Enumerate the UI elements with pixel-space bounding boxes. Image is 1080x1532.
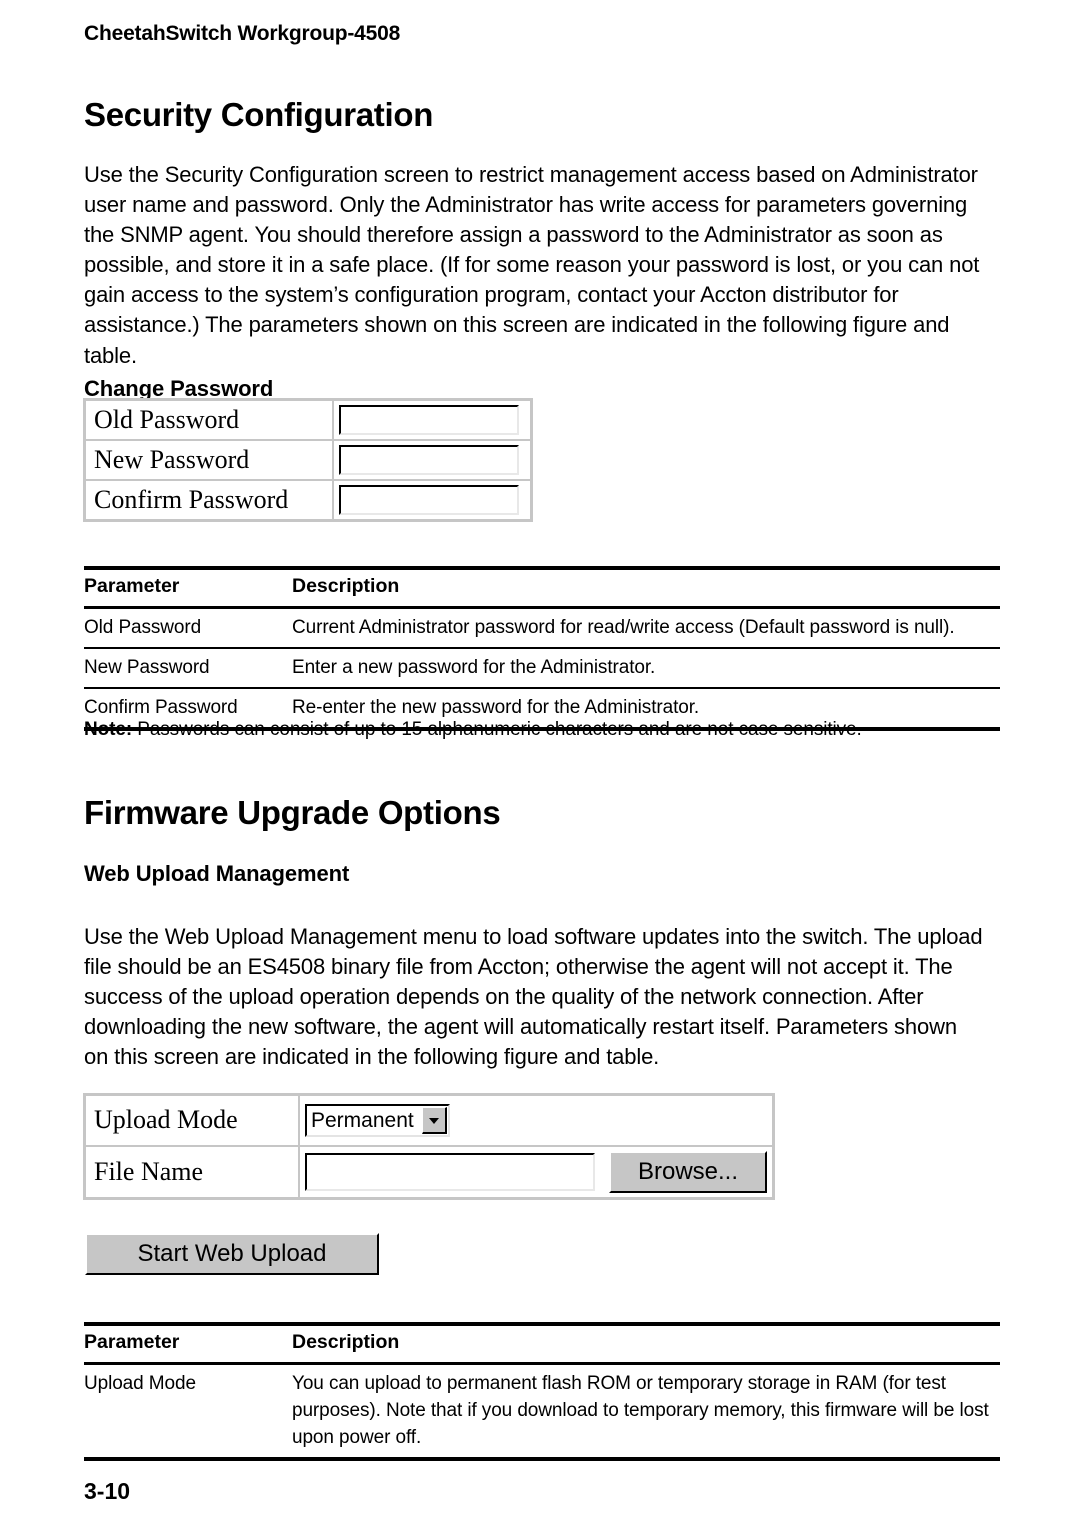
running-head: CheetahSwitch Workgroup-4508 bbox=[84, 22, 401, 45]
column-header-parameter: Parameter bbox=[84, 566, 292, 609]
column-header-parameter: Parameter bbox=[84, 1322, 292, 1365]
file-name-field-cell: Browse... bbox=[299, 1146, 773, 1198]
upload-mode-label: Upload Mode bbox=[85, 1095, 299, 1146]
chevron-down-icon[interactable] bbox=[421, 1107, 447, 1134]
confirm-password-input[interactable] bbox=[339, 485, 519, 515]
start-web-upload-button[interactable]: Start Web Upload bbox=[85, 1233, 379, 1275]
table-row: Old Password Current Administrator passw… bbox=[84, 607, 1000, 649]
cell-parameter: Upload Mode bbox=[84, 1363, 292, 1461]
form-row-confirm-password: Confirm Password bbox=[85, 480, 531, 520]
page-number: 3-10 bbox=[84, 1478, 131, 1504]
page-title-firmware-upgrade-options: Firmware Upgrade Options bbox=[84, 794, 501, 832]
browse-button[interactable]: Browse... bbox=[609, 1151, 767, 1193]
table-row: Upload Mode You can upload to permanent … bbox=[84, 1363, 1000, 1461]
old-password-label: Old Password bbox=[85, 400, 333, 440]
table-header-row: Parameter Description bbox=[84, 566, 1000, 609]
cell-parameter: Old Password bbox=[84, 607, 292, 649]
cell-description: Enter a new password for the Administrat… bbox=[292, 648, 1000, 689]
file-name-row: Browse... bbox=[305, 1151, 767, 1193]
security-intro-paragraph: Use the Security Configuration screen to… bbox=[84, 162, 980, 368]
cell-parameter: New Password bbox=[84, 648, 292, 689]
file-name-input[interactable] bbox=[305, 1153, 595, 1191]
table-header-row: Parameter Description bbox=[84, 1322, 1000, 1365]
upload-mode-field-cell: Permanent bbox=[299, 1095, 773, 1146]
upload-mode-selected-value: Permanent bbox=[311, 1109, 414, 1132]
new-password-input[interactable] bbox=[339, 445, 519, 475]
note-passwords: Note: Passwords can consist of up to 15 … bbox=[84, 717, 1000, 743]
column-header-description: Description bbox=[292, 566, 1000, 609]
form-row-upload-mode: Upload Mode Permanent bbox=[85, 1095, 773, 1146]
confirm-password-label: Confirm Password bbox=[85, 480, 333, 520]
web-upload-form: Upload Mode Permanent File Name Browse..… bbox=[83, 1093, 775, 1200]
table-row: New Password Enter a new password for th… bbox=[84, 648, 1000, 689]
new-password-field-cell bbox=[333, 440, 531, 480]
confirm-password-field-cell bbox=[333, 480, 531, 520]
note-text: Passwords can consist of up to 15 alphan… bbox=[132, 719, 862, 740]
cell-description: You can upload to permanent flash ROM or… bbox=[292, 1363, 1000, 1461]
column-header-description: Description bbox=[292, 1322, 1000, 1365]
firmware-intro-paragraph: Use the Web Upload Management menu to lo… bbox=[84, 924, 983, 1070]
file-name-label: File Name bbox=[85, 1146, 299, 1198]
new-password-label: New Password bbox=[85, 440, 333, 480]
parameter-table-change-password: Parameter Description Old Password Curre… bbox=[84, 566, 1000, 731]
form-row-new-password: New Password bbox=[85, 440, 531, 480]
upload-mode-select[interactable]: Permanent bbox=[305, 1104, 450, 1137]
change-password-form: Old Password New Password Confirm Passwo… bbox=[83, 398, 533, 522]
form-row-old-password: Old Password bbox=[85, 400, 531, 440]
old-password-input[interactable] bbox=[339, 405, 519, 435]
document-page: CheetahSwitch Workgroup-4508 Security Co… bbox=[0, 0, 1080, 1532]
parameter-table-upload-mode: Parameter Description Upload Mode You ca… bbox=[84, 1322, 1000, 1461]
cell-description: Current Administrator password for read/… bbox=[292, 607, 1000, 649]
form-row-file-name: File Name Browse... bbox=[85, 1146, 773, 1198]
subheading-web-upload-management: Web Upload Management bbox=[84, 861, 350, 887]
old-password-field-cell bbox=[333, 400, 531, 440]
note-label: Note: bbox=[84, 719, 133, 740]
page-title-security-configuration: Security Configuration bbox=[84, 96, 434, 134]
